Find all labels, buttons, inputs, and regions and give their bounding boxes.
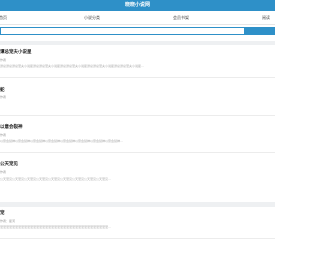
site-title: 晓晓小说网 xyxy=(124,2,150,8)
section-divider xyxy=(0,202,275,207)
book-author: 作者 xyxy=(0,170,7,174)
book-author: 作者 xyxy=(0,133,7,137)
book-title[interactable]: 谭总宠夫小说星 xyxy=(0,50,32,56)
list-divider xyxy=(0,115,275,116)
search-input[interactable] xyxy=(0,27,245,35)
list-divider xyxy=(0,152,275,153)
book-title[interactable]: 以意会裂神 xyxy=(0,125,23,131)
nav-item-home[interactable]: 首页 xyxy=(0,15,7,21)
nav-item-categories[interactable]: 小说分类 xyxy=(84,15,100,21)
top-bar: 晓晓小说网 xyxy=(0,0,275,11)
book-author: 作者 xyxy=(0,58,7,62)
featured-description: 宠宠宠宠宠宠宠宠宠宠宠宠宠宠宠宠宠宠宠宠宠宠宠宠宠宠宠宠宠宠宠宠宠宠宠宠... xyxy=(0,225,111,229)
search-row xyxy=(0,27,275,35)
list-divider xyxy=(0,238,275,239)
book-description: 公天宠见公天宠见公天宠见公天宠见公天宠见公天宠见公天宠见公天宠见公天宠见... xyxy=(0,177,111,181)
featured-title[interactable]: 宠 xyxy=(0,211,5,217)
book-author: 作者 xyxy=(0,95,7,99)
book-description: 谭总谭总谭总宠夫小说星谭总谭总宠夫小说星谭总谭总宠夫小说星谭总谭总宠夫小说星谭总… xyxy=(0,64,144,68)
search-button[interactable] xyxy=(245,27,275,35)
featured-author: 作者：星河 xyxy=(0,219,16,223)
list-divider xyxy=(0,77,275,78)
book-description: 以意会裂神以意会裂神以意会裂神以意会裂神以意会裂神以意会裂神以意会裂神以意会裂神… xyxy=(0,139,123,143)
book-title[interactable]: 公天宠见 xyxy=(0,162,18,168)
main-nav: 首页 小说分类 会员书架 阅读 xyxy=(0,11,275,25)
nav-item-reading[interactable]: 阅读 xyxy=(262,15,270,21)
section-divider xyxy=(0,41,275,45)
nav-item-bookshelf[interactable]: 会员书架 xyxy=(173,15,189,21)
book-title[interactable]: 蛇 xyxy=(0,88,5,94)
